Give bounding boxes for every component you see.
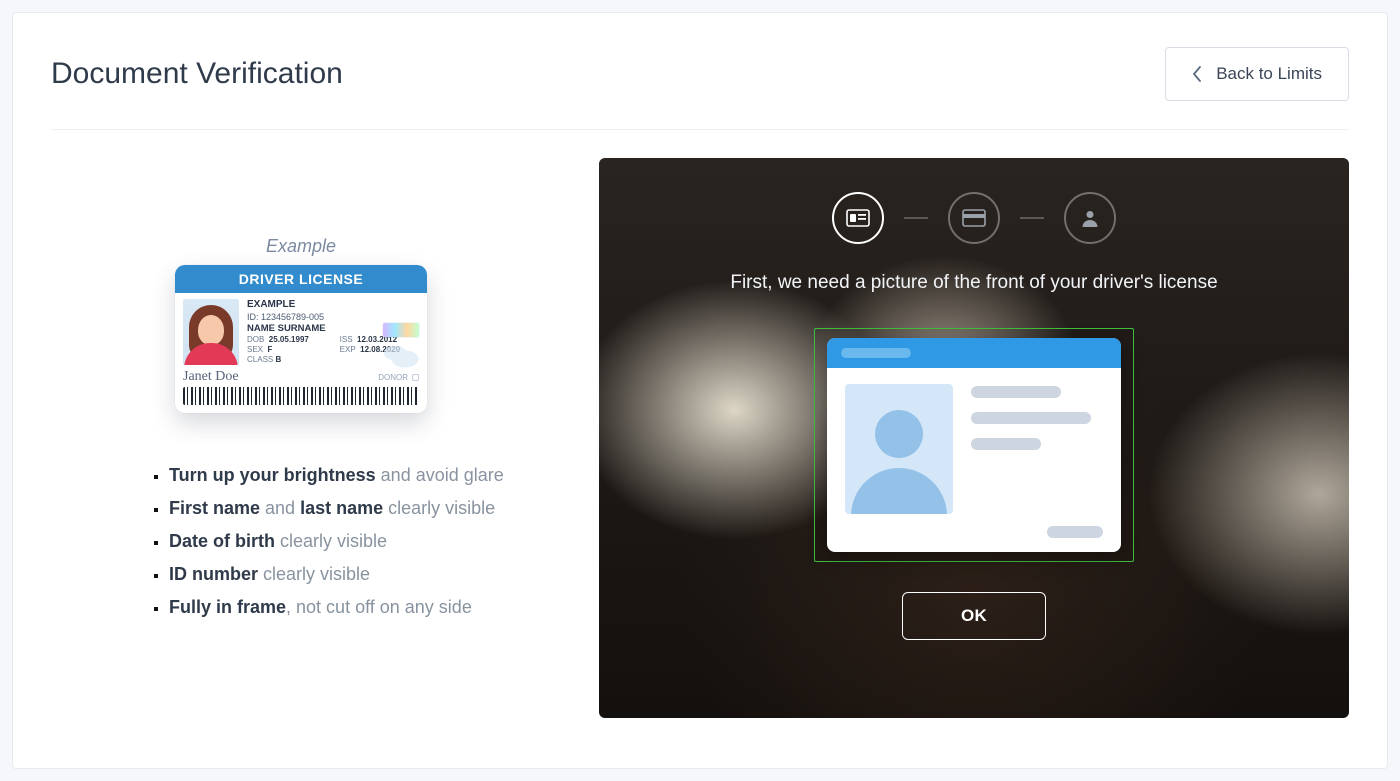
tip-bold: Turn up your brightness [169, 465, 376, 485]
tip-text: clearly visible [275, 531, 387, 551]
iss-label: ISS [340, 335, 353, 344]
step-id-front [832, 192, 884, 244]
id-front-icon [846, 209, 870, 227]
exp-label: EXP [340, 345, 356, 354]
hologram-icon [383, 323, 419, 337]
page-title: Document Verification [51, 57, 343, 91]
tips-list: Turn up your brightness and avoid glare … [151, 459, 531, 624]
example-card-title: DRIVER LICENSE [175, 265, 427, 293]
globe-watermark-icon [375, 341, 421, 371]
sex-label: SEX [247, 345, 263, 354]
donor-indicator: DONOR [378, 373, 419, 382]
step-separator [904, 217, 928, 219]
tip-text: and avoid glare [376, 465, 504, 485]
dob-label: DOB [247, 335, 264, 344]
tip-bold: last name [300, 498, 383, 518]
verification-card: Document Verification Back to Limits Exa… [12, 12, 1388, 769]
back-to-limits-button[interactable]: Back to Limits [1165, 47, 1349, 101]
tip-item: First name and last name clearly visible [169, 492, 531, 525]
tip-item: Fully in frame, not cut off on any side [169, 591, 531, 624]
back-to-limits-label: Back to Limits [1216, 64, 1322, 84]
id-back-icon [962, 209, 986, 227]
preview-photo-icon [845, 384, 953, 514]
tip-text: clearly visible [258, 564, 370, 584]
dob-value: 25.05.1997 [269, 335, 309, 344]
tip-item: Turn up your brightness and avoid glare [169, 459, 531, 492]
camera-panel: First, we need a picture of the front of… [599, 158, 1349, 718]
tip-text: and [260, 498, 300, 518]
tip-bold: ID number [169, 564, 258, 584]
example-signature: Janet Doe [183, 369, 239, 385]
example-license-card: DRIVER LICENSE EXAMPLE ID: 123456789-005… [175, 265, 427, 413]
example-id-line: ID: 123456789-005 [247, 312, 419, 323]
tip-text: clearly visible [383, 498, 495, 518]
barcode-icon [183, 387, 419, 405]
capture-target-frame [814, 328, 1134, 562]
step-id-back [948, 192, 1000, 244]
instructions-column: Example DRIVER LICENSE EXAMPLE ID: 12345… [51, 158, 551, 718]
tip-item: Date of birth clearly visible [169, 525, 531, 558]
donor-label: DONOR [378, 373, 408, 382]
person-icon [1080, 208, 1100, 228]
tip-bold: Fully in frame [169, 597, 286, 617]
example-label-text: EXAMPLE [247, 299, 419, 312]
step-selfie [1064, 192, 1116, 244]
class-label: CLASS [247, 355, 273, 364]
ok-button[interactable]: OK [902, 592, 1046, 640]
class-value: B [275, 355, 281, 364]
example-caption: Example [266, 236, 336, 257]
camera-instruction-text: First, we need a picture of the front of… [599, 272, 1349, 294]
example-photo [183, 299, 239, 365]
sex-value: F [267, 345, 272, 354]
capture-step-indicator [599, 158, 1349, 244]
step-separator [1020, 217, 1044, 219]
tip-text: , not cut off on any side [286, 597, 472, 617]
tip-bold: Date of birth [169, 531, 275, 551]
tip-item: ID number clearly visible [169, 558, 531, 591]
id-preview-graphic [827, 338, 1121, 552]
tip-bold: First name [169, 498, 260, 518]
chevron-left-icon [1192, 66, 1202, 82]
header-row: Document Verification Back to Limits [51, 47, 1349, 130]
